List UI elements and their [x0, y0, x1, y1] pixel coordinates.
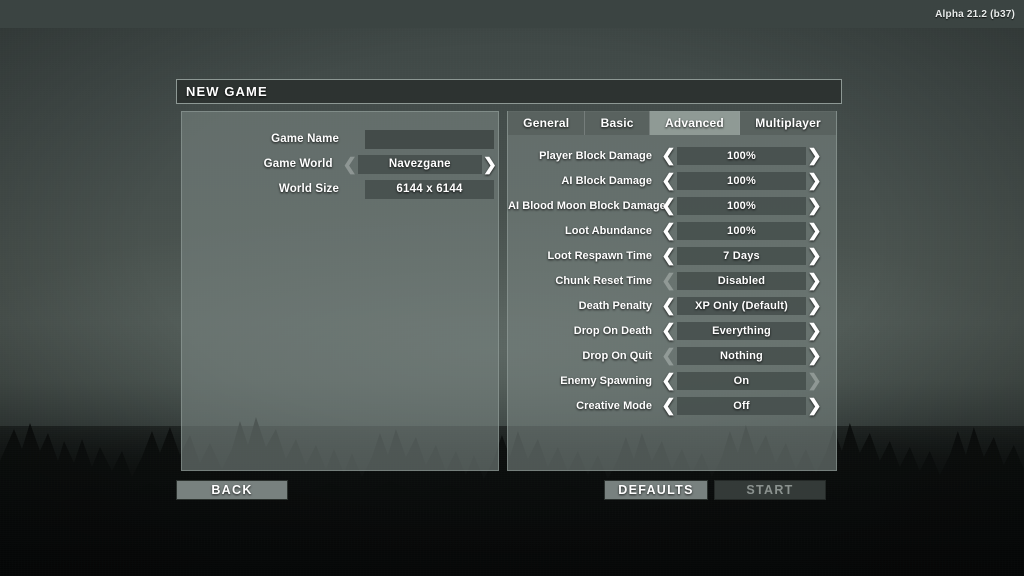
left-chevron-icon: ❮: [661, 271, 676, 290]
right-chevron-icon: ❯: [807, 371, 822, 390]
right-chevron-icon[interactable]: ❯: [806, 247, 823, 264]
left-chevron-icon[interactable]: ❮: [660, 322, 677, 339]
game-menu-screen: Alpha 21.2 (b37) NEW GAME Game Name Game …: [0, 0, 1024, 576]
left-chevron-icon: ❮: [342, 154, 357, 174]
form-row-value[interactable]: 6144 x 6144: [365, 179, 494, 199]
left-chevron-icon[interactable]: ❮: [660, 147, 677, 164]
setting-label: Loot Respawn Time: [547, 249, 652, 262]
setting-value[interactable]: Nothing: [677, 346, 806, 365]
right-settings-panel: General Basic Advanced Multiplayer Player B…: [507, 111, 837, 471]
setting-label: AI Blood Moon Block Damage: [508, 199, 666, 212]
form-row: World Size 6144 x 6144: [182, 178, 498, 200]
setting-value[interactable]: 100%: [677, 171, 806, 190]
setting-label: Player Block Damage: [539, 149, 652, 162]
setting-row: Player Block Damage ❮ 100% ❯: [508, 145, 836, 166]
left-settings-panel: Game Name Game World ❮ Navezgane ❯ World Size…: [181, 111, 499, 471]
left-chevron-icon[interactable]: ❮: [660, 172, 677, 189]
setting-value[interactable]: Disabled: [677, 271, 806, 290]
top-bar: Alpha 21.2 (b37): [0, 0, 1024, 28]
setting-label: Death Penalty: [578, 299, 652, 312]
setting-value[interactable]: Off: [677, 396, 806, 415]
game-name-input[interactable]: [365, 129, 494, 149]
tab-advanced[interactable]: Advanced: [649, 111, 741, 135]
left-chevron-icon: ❮: [661, 346, 676, 365]
setting-value[interactable]: 100%: [677, 146, 806, 165]
setting-label: AI Block Damage: [561, 174, 652, 187]
setting-row: Chunk Reset Time ❮ Disabled ❯: [508, 270, 836, 291]
right-chevron-icon[interactable]: ❯: [806, 297, 823, 314]
defaults-button[interactable]: DEFAULTS: [604, 480, 708, 500]
version-label: Alpha 21.2 (b37): [935, 8, 1015, 20]
tab-basic[interactable]: Basic: [585, 111, 650, 135]
window-titlebar: NEW GAME: [176, 79, 842, 104]
setting-label: Enemy Spawning: [560, 374, 652, 387]
setting-value[interactable]: XP Only (Default): [677, 296, 806, 315]
setting-label: Drop On Quit: [582, 349, 652, 362]
setting-label: Drop On Death: [573, 324, 652, 337]
right-chevron-icon[interactable]: ❯: [482, 156, 498, 173]
right-chevron-icon[interactable]: ❯: [806, 272, 823, 289]
left-chevron-icon[interactable]: ❮: [660, 222, 677, 239]
right-chevron-icon[interactable]: ❯: [806, 197, 823, 214]
setting-value[interactable]: On: [677, 371, 806, 390]
game-setup-form: Game Name Game World ❮ Navezgane ❯ World Size…: [182, 128, 498, 203]
left-chevron-icon[interactable]: ❮: [660, 197, 677, 214]
setting-value[interactable]: 100%: [677, 196, 806, 215]
setting-row: AI Block Damage ❮ 100% ❯: [508, 170, 836, 191]
setting-row: Drop On Death ❮ Everything ❯: [508, 320, 836, 341]
advanced-settings-list: Player Block Damage ❮ 100% ❯ AI Block Damage…: [508, 145, 836, 420]
setting-label: Chunk Reset Time: [555, 274, 652, 287]
right-chevron-icon[interactable]: ❯: [806, 397, 823, 414]
setting-label: Creative Mode: [576, 399, 652, 412]
setting-row: Death Penalty ❮ XP Only (Default) ❯: [508, 295, 836, 316]
right-chevron-icon[interactable]: ❯: [806, 347, 823, 364]
right-chevron-icon[interactable]: ❯: [806, 222, 823, 239]
right-chevron-icon[interactable]: ❯: [806, 322, 823, 339]
setting-row: Creative Mode ❮ Off ❯: [508, 395, 836, 416]
setting-value[interactable]: 7 Days: [677, 246, 806, 265]
left-chevron-icon[interactable]: ❮: [660, 397, 677, 414]
tab-general[interactable]: General: [508, 111, 586, 135]
right-chevron-icon[interactable]: ❯: [806, 172, 823, 189]
setting-row: AI Blood Moon Block Damage ❮ 100% ❯: [508, 195, 836, 216]
settings-tab-bar: General Basic Advanced Multiplayer: [508, 111, 836, 135]
form-row-label: Game World: [263, 158, 333, 170]
form-row: Game World ❮ Navezgane ❯: [182, 153, 498, 175]
form-row-label: Game Name: [271, 133, 339, 145]
back-button[interactable]: BACK: [176, 480, 288, 500]
left-chevron-icon[interactable]: ❮: [660, 372, 677, 389]
left-chevron-icon[interactable]: ❮: [660, 247, 677, 264]
tab-multiplayer[interactable]: Multiplayer: [740, 111, 836, 135]
start-button[interactable]: START: [714, 480, 826, 500]
form-row: Game Name: [182, 128, 498, 150]
setting-label: Loot Abundance: [564, 224, 652, 237]
setting-value[interactable]: Everything: [677, 321, 806, 340]
setting-row: Drop On Quit ❮ Nothing ❯: [508, 345, 836, 366]
form-row-label: World Size: [278, 183, 339, 195]
page-title: NEW GAME: [186, 84, 268, 99]
left-chevron-icon[interactable]: ❮: [660, 297, 677, 314]
setting-value[interactable]: 100%: [677, 221, 806, 240]
new-game-window: NEW GAME Game Name Game World ❮ Navezgane ❯ W…: [176, 79, 842, 473]
setting-row: Enemy Spawning ❮ On ❯: [508, 370, 836, 391]
right-chevron-icon[interactable]: ❯: [806, 147, 823, 164]
setting-row: Loot Abundance ❮ 100% ❯: [508, 220, 836, 241]
setting-row: Loot Respawn Time ❮ 7 Days ❯: [508, 245, 836, 266]
form-row-value[interactable]: Navezgane: [357, 154, 482, 174]
